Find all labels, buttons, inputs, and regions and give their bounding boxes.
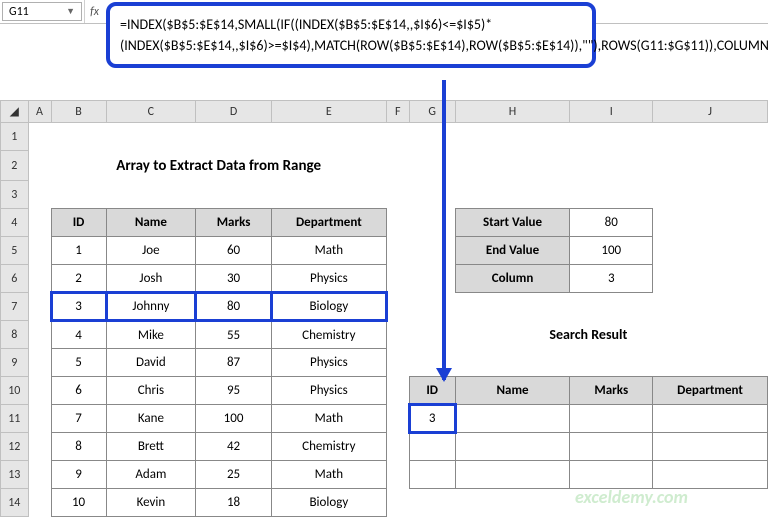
col-header[interactable]: G: [409, 101, 455, 123]
end-value[interactable]: 100: [570, 237, 653, 265]
row-header[interactable]: 7: [1, 293, 29, 321]
cell[interactable]: [409, 461, 455, 489]
cell[interactable]: Physics: [271, 265, 386, 293]
start-value[interactable]: 80: [570, 209, 653, 237]
row-header[interactable]: 9: [1, 349, 29, 377]
cell[interactable]: [570, 433, 653, 461]
cell[interactable]: [455, 405, 570, 433]
row-header[interactable]: 2: [1, 151, 29, 181]
row-header[interactable]: 1: [1, 123, 29, 151]
cell[interactable]: Kane: [106, 405, 196, 433]
cell[interactable]: Josh: [106, 265, 196, 293]
col-name-header: Name: [106, 209, 196, 237]
cell[interactable]: [570, 461, 653, 489]
row-header[interactable]: 12: [1, 433, 29, 461]
cell-highlighted[interactable]: 3: [51, 293, 106, 321]
selected-cell-g11[interactable]: 3: [409, 405, 455, 433]
cell[interactable]: Math: [271, 461, 386, 489]
cell[interactable]: Math: [271, 405, 386, 433]
cell[interactable]: 60: [196, 237, 272, 265]
cell[interactable]: Physics: [271, 349, 386, 377]
res-marks-header: Marks: [570, 377, 653, 405]
cell[interactable]: Brett: [106, 433, 196, 461]
cell[interactable]: Math: [271, 237, 386, 265]
cell[interactable]: 1: [51, 237, 106, 265]
column-label: Column: [455, 265, 570, 293]
cell[interactable]: Chemistry: [271, 321, 386, 349]
row-header[interactable]: 4: [1, 209, 29, 237]
cell[interactable]: 100: [196, 405, 272, 433]
col-header[interactable]: F: [386, 101, 409, 123]
cell[interactable]: 4: [51, 321, 106, 349]
cell[interactable]: Kevin: [106, 489, 196, 517]
cell[interactable]: 5: [51, 349, 106, 377]
cell[interactable]: 25: [196, 461, 272, 489]
row-header[interactable]: 11: [1, 405, 29, 433]
name-box[interactable]: G11 ▼: [2, 2, 82, 21]
select-all[interactable]: ◢: [1, 101, 29, 123]
cell[interactable]: Adam: [106, 461, 196, 489]
col-marks-header: Marks: [196, 209, 272, 237]
cell-highlighted[interactable]: Johnny: [106, 293, 196, 321]
cell[interactable]: 18: [196, 489, 272, 517]
col-header[interactable]: J: [653, 101, 768, 123]
end-value-label: End Value: [455, 237, 570, 265]
row-header[interactable]: 10: [1, 377, 29, 405]
col-dept-header: Department: [271, 209, 386, 237]
col-header[interactable]: C: [106, 101, 196, 123]
cell[interactable]: Physics: [271, 377, 386, 405]
search-result-title: Search Result: [409, 321, 767, 349]
cell-highlighted[interactable]: Biology: [271, 293, 386, 321]
cell[interactable]: 6: [51, 377, 106, 405]
cell[interactable]: Biology: [271, 489, 386, 517]
arrow-annotation: [442, 80, 446, 380]
cell[interactable]: 55: [196, 321, 272, 349]
col-header[interactable]: B: [51, 101, 106, 123]
fx-icon[interactable]: fx: [84, 0, 104, 23]
col-header[interactable]: I: [570, 101, 653, 123]
col-header[interactable]: E: [271, 101, 386, 123]
table-title: Array to Extract Data from Range: [51, 151, 386, 181]
cell[interactable]: 42: [196, 433, 272, 461]
cell[interactable]: 87: [196, 349, 272, 377]
chevron-down-icon[interactable]: ▼: [66, 6, 75, 17]
column-value[interactable]: 3: [570, 265, 653, 293]
col-header[interactable]: D: [196, 101, 272, 123]
cell[interactable]: [653, 461, 768, 489]
row-header[interactable]: 3: [1, 181, 29, 209]
formula-bar[interactable]: =INDEX($B$5:$E$14,SMALL(IF((INDEX($B$5:$…: [106, 2, 596, 68]
row-header[interactable]: 13: [1, 461, 29, 489]
cell[interactable]: [455, 461, 570, 489]
cell[interactable]: 8: [51, 433, 106, 461]
res-name-header: Name: [455, 377, 570, 405]
cell[interactable]: 10: [51, 489, 106, 517]
name-box-value: G11: [9, 5, 29, 19]
row-header[interactable]: 8: [1, 321, 29, 349]
cell[interactable]: 95: [196, 377, 272, 405]
col-header[interactable]: H: [455, 101, 570, 123]
cell[interactable]: 7: [51, 405, 106, 433]
cell-highlighted[interactable]: 80: [196, 293, 272, 321]
col-header[interactable]: A: [28, 101, 51, 123]
cell[interactable]: Mike: [106, 321, 196, 349]
cell[interactable]: [409, 433, 455, 461]
spreadsheet-grid[interactable]: ◢ A B C D E F G H I J 1 2 Array to Extra…: [0, 100, 768, 517]
cell[interactable]: [653, 405, 768, 433]
cell[interactable]: [570, 405, 653, 433]
cell[interactable]: [455, 433, 570, 461]
start-value-label: Start Value: [455, 209, 570, 237]
cell[interactable]: [653, 433, 768, 461]
cell[interactable]: Chris: [106, 377, 196, 405]
cell[interactable]: Joe: [106, 237, 196, 265]
row-header[interactable]: 14: [1, 489, 29, 517]
cell[interactable]: David: [106, 349, 196, 377]
cell[interactable]: 9: [51, 461, 106, 489]
row-header[interactable]: 6: [1, 265, 29, 293]
row-header[interactable]: 5: [1, 237, 29, 265]
cell[interactable]: 30: [196, 265, 272, 293]
cell[interactable]: 2: [51, 265, 106, 293]
col-id-header: ID: [51, 209, 106, 237]
cell[interactable]: Chemistry: [271, 433, 386, 461]
res-dept-header: Department: [653, 377, 768, 405]
